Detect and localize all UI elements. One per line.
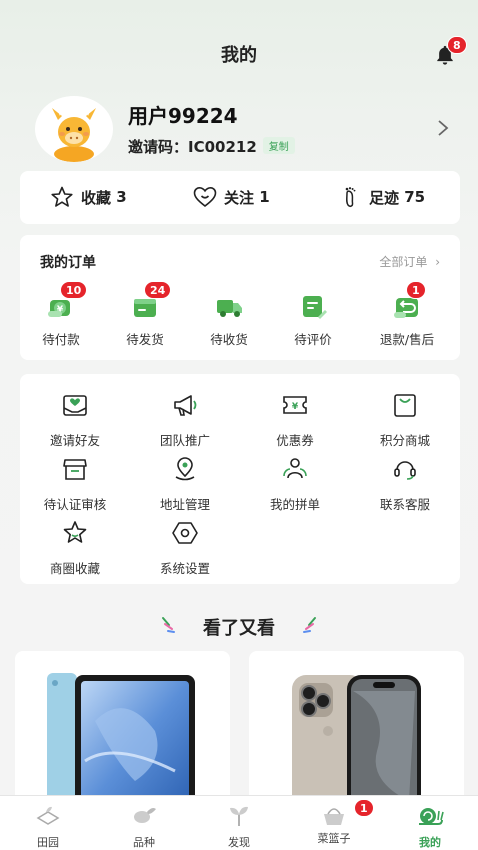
tool-label: 优惠券 <box>276 433 314 448</box>
stat-label: 关注 <box>224 188 255 207</box>
heart-smile-icon <box>193 186 217 208</box>
snail-icon <box>419 808 444 825</box>
tool-customer-service[interactable]: 联系客服 <box>355 454 455 513</box>
stat-value: 3 <box>116 188 127 206</box>
tool-system-settings[interactable]: 系统设置 <box>135 518 235 577</box>
order-pending-payment[interactable]: ¥ 10 待付款 <box>26 281 96 348</box>
stat-value: 75 <box>404 188 426 206</box>
tab-label: 发现 <box>228 836 250 849</box>
tablet-image <box>47 673 195 811</box>
tool-address-management[interactable]: 地址管理 <box>135 454 235 513</box>
header: 我的 8 <box>0 0 478 100</box>
tool-label: 积分商城 <box>379 433 430 448</box>
tab-label: 我的 <box>419 836 441 849</box>
vegetable-icon <box>134 808 156 823</box>
tool-label: 联系客服 <box>379 497 430 512</box>
all-orders-link[interactable]: 全部订单 › <box>379 253 440 270</box>
sprout-icon <box>230 806 248 826</box>
invite-code: IC00212 <box>188 138 257 156</box>
recommend-title: 看了又看 <box>203 618 275 639</box>
tool-label: 团队推广 <box>159 433 210 448</box>
order-badge: 24 <box>144 281 172 299</box>
footprint-icon <box>345 187 356 208</box>
star-icon <box>63 521 87 543</box>
shopping-bag-icon <box>394 394 416 417</box>
garden-icon <box>36 806 60 825</box>
order-pending-receipt[interactable]: 待收货 <box>194 291 264 348</box>
tab-label: 菜篮子 <box>317 832 351 845</box>
product-card[interactable] <box>15 651 230 811</box>
invite-label: 邀请码： <box>128 138 189 156</box>
tool-points-mall[interactable]: 积分商城 <box>355 390 455 449</box>
sparkle-right-icon <box>303 617 316 633</box>
coupon-icon: ¥ <box>283 396 307 414</box>
tab-basket[interactable]: 1 菜篮子 <box>299 799 374 846</box>
star-outline-icon <box>51 186 73 207</box>
tab-discover[interactable]: 发现 <box>204 802 274 850</box>
svg-text:¥: ¥ <box>292 402 299 412</box>
tool-team-promotion[interactable]: 团队推广 <box>135 390 235 449</box>
all-orders-label: 全部订单 <box>379 255 428 269</box>
chevron-right-icon[interactable] <box>436 120 450 136</box>
phone-image <box>292 675 421 811</box>
stat-footprints[interactable]: 足迹 75 <box>338 186 425 208</box>
invite-code-row: 邀请码：IC00212 复制 <box>128 136 295 157</box>
location-pin-icon <box>175 457 195 481</box>
settings-icon <box>172 522 198 544</box>
stat-label: 收藏 <box>81 188 112 207</box>
order-badge: 10 <box>60 281 88 299</box>
envelope-icon <box>63 395 87 416</box>
tab-garden[interactable]: 田园 <box>13 802 83 850</box>
order-pending-shipment[interactable]: 24 待发货 <box>110 281 180 348</box>
basket-badge: 1 <box>354 799 374 817</box>
store-icon <box>63 459 87 480</box>
tool-label: 我的拼单 <box>269 497 320 512</box>
order-label: 待付款 <box>42 332 80 347</box>
tool-label: 系统设置 <box>159 561 210 576</box>
tool-group-orders[interactable]: 我的拼单 <box>245 454 345 513</box>
orders-title: 我的订单 <box>40 255 96 271</box>
megaphone-icon <box>174 395 197 416</box>
headset-icon <box>394 461 416 480</box>
stat-follows[interactable]: 关注 1 <box>193 186 270 208</box>
stat-value: 1 <box>259 188 270 206</box>
tool-label: 待认证审核 <box>43 497 107 512</box>
basket-icon <box>324 808 344 825</box>
group-icon <box>283 458 307 479</box>
tool-coupons[interactable]: ¥ 优惠券 <box>245 390 345 449</box>
tool-business-favorites[interactable]: 商圈收藏 <box>25 518 125 577</box>
order-label: 退款/售后 <box>379 332 435 347</box>
notification-badge: 8 <box>447 36 467 54</box>
tool-label: 邀请好友 <box>49 433 100 448</box>
username: 用户99224 <box>128 104 238 128</box>
order-label: 待评价 <box>294 332 332 347</box>
order-label: 待发货 <box>126 332 164 347</box>
tools-card: 邀请好友 团队推广 ¥ 优惠券 积分商城 待认证审核 地址管理 我的拼单 联系客… <box>20 374 460 584</box>
order-badge: 1 <box>406 281 426 299</box>
tool-pending-verification[interactable]: 待认证审核 <box>25 454 125 513</box>
bottom-tab-bar: 田园 品种 发现 1 菜篮子 我的 <box>0 795 478 850</box>
stat-favorites[interactable]: 收藏 3 <box>50 186 127 208</box>
orders-card: 我的订单 全部订单 › ¥ 10 待付款 24 待发货 待收货 待评价 1 退款… <box>20 235 460 360</box>
tab-varieties[interactable]: 品种 <box>109 802 179 850</box>
tab-label: 田园 <box>37 836 59 849</box>
tool-label: 商圈收藏 <box>49 561 100 576</box>
profile-card[interactable]: 用户99224 邀请码：IC00212 复制 <box>0 96 478 164</box>
chevron-right-icon: › <box>435 255 440 269</box>
order-label: 待收货 <box>210 332 248 347</box>
tab-label: 品种 <box>133 836 155 849</box>
order-refund[interactable]: 1 退款/售后 <box>372 281 442 348</box>
tab-mine[interactable]: 我的 <box>395 802 465 850</box>
avatar[interactable] <box>35 96 113 162</box>
copy-button[interactable]: 复制 <box>262 137 295 154</box>
stat-label: 足迹 <box>369 188 400 207</box>
tool-label: 地址管理 <box>159 497 210 512</box>
order-pending-review[interactable]: 待评价 <box>278 291 348 348</box>
page-title: 我的 <box>221 45 257 66</box>
truck-icon <box>217 300 242 317</box>
review-icon <box>303 296 327 319</box>
tool-invite-friends[interactable]: 邀请好友 <box>25 390 125 449</box>
product-card[interactable] <box>249 651 464 811</box>
stats-card: 收藏 3 关注 1 足迹 75 <box>20 171 460 224</box>
